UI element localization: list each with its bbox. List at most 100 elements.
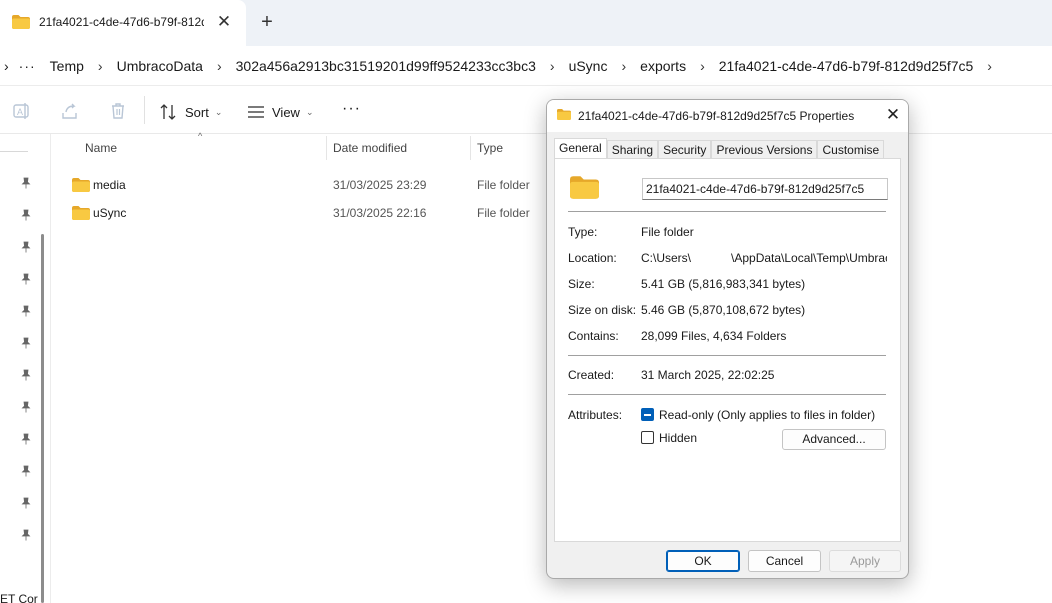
- more-options-button[interactable]: ···: [342, 100, 361, 118]
- share-icon[interactable]: [60, 101, 80, 121]
- tab-bar: 21fa4021-c4de-47d6-b79f-812d9d25f7c5 ✕ +: [0, 0, 1052, 46]
- toolbar-divider: [144, 96, 145, 124]
- address-bar[interactable]: › ··· Temp › UmbracoData › 302a456a2913b…: [0, 46, 1052, 86]
- view-button[interactable]: View ⌄: [247, 101, 314, 123]
- sort-ascending-icon: ^: [198, 131, 203, 141]
- pin-icon[interactable]: [20, 529, 32, 541]
- divider: [568, 355, 886, 356]
- value-size-on-disk: 5.46 GB (5,870,108,672 bytes): [641, 303, 806, 317]
- chevron-right-icon[interactable]: ›: [987, 58, 992, 74]
- label-location: Location:: [568, 251, 617, 265]
- folder-icon: [12, 15, 30, 29]
- column-divider[interactable]: [470, 136, 471, 160]
- file-row-usync[interactable]: uSync 31/03/2025 22:16 File folder: [51, 199, 551, 227]
- breadcrumb-item-temp[interactable]: Temp: [50, 58, 84, 74]
- svg-text:A: A: [17, 107, 23, 117]
- value-contains: 28,099 Files, 4,634 Folders: [641, 329, 787, 343]
- pin-icon[interactable]: [20, 241, 32, 253]
- rename-icon[interactable]: A: [12, 101, 32, 121]
- delete-icon[interactable]: [108, 101, 128, 121]
- value-created: 31 March 2025, 22:02:25: [641, 368, 775, 382]
- value-size: 5.41 GB (5,816,983,341 bytes): [641, 277, 806, 291]
- column-header-type[interactable]: Type: [477, 134, 503, 162]
- breadcrumb-overflow-button[interactable]: ···: [19, 58, 36, 74]
- dialog-tabs: General Sharing Security Previous Versio…: [554, 138, 885, 160]
- chevron-right-icon[interactable]: ›: [4, 58, 9, 74]
- readonly-label[interactable]: Read-only (Only applies to files in fold…: [659, 408, 875, 422]
- hidden-checkbox[interactable]: [641, 431, 654, 444]
- file-row-media[interactable]: media 31/03/2025 23:29 File folder: [51, 171, 551, 199]
- chevron-right-icon[interactable]: ›: [217, 58, 222, 74]
- column-header-name[interactable]: Name: [85, 134, 117, 162]
- nav-divider: [0, 151, 28, 152]
- breadcrumb-item-usync[interactable]: uSync: [569, 58, 608, 74]
- pin-icon[interactable]: [20, 209, 32, 221]
- pin-icon[interactable]: [20, 369, 32, 381]
- divider: [568, 394, 886, 395]
- ok-button[interactable]: OK: [666, 550, 740, 572]
- label-created: Created:: [568, 368, 615, 382]
- navigation-pane: ET Cor: [0, 134, 51, 603]
- dialog-title: 21fa4021-c4de-47d6-b79f-812d9d25f7c5 Pro…: [578, 109, 855, 123]
- chevron-right-icon[interactable]: ›: [621, 58, 626, 74]
- breadcrumb-item-current[interactable]: 21fa4021-c4de-47d6-b79f-812d9d25f7c5: [719, 58, 974, 74]
- folder-icon: [72, 206, 90, 220]
- cancel-button[interactable]: Cancel: [748, 550, 821, 572]
- dialog-titlebar[interactable]: 21fa4021-c4de-47d6-b79f-812d9d25f7c5 Pro…: [547, 100, 908, 132]
- new-tab-icon[interactable]: +: [256, 11, 278, 33]
- tab-sharing[interactable]: Sharing: [606, 140, 659, 160]
- hidden-label[interactable]: Hidden: [659, 431, 697, 445]
- value-type: File folder: [641, 225, 694, 239]
- breadcrumb-item-hash[interactable]: 302a456a2913bc31519201d99ff9524233cc3bc3: [236, 58, 536, 74]
- nav-scrollbar[interactable]: [41, 234, 44, 603]
- pin-icon[interactable]: [20, 497, 32, 509]
- file-type: File folder: [477, 178, 530, 192]
- view-label: View: [272, 104, 300, 120]
- pin-icon[interactable]: [20, 465, 32, 477]
- chevron-right-icon[interactable]: ›: [550, 58, 555, 74]
- sort-button[interactable]: Sort ⌄: [160, 101, 222, 123]
- chevron-right-icon[interactable]: ›: [98, 58, 103, 74]
- label-size: Size:: [568, 277, 595, 291]
- tab-current-folder[interactable]: 21fa4021-c4de-47d6-b79f-812d9d25f7c5 ✕: [0, 0, 246, 46]
- apply-button[interactable]: Apply: [829, 550, 901, 572]
- chevron-down-icon: ⌄: [214, 106, 223, 117]
- tab-general[interactable]: General: [554, 138, 607, 160]
- file-name: uSync: [93, 206, 127, 220]
- tab-customise[interactable]: Customise: [817, 140, 885, 160]
- close-icon[interactable]: ✕: [883, 105, 903, 125]
- advanced-button[interactable]: Advanced...: [782, 429, 886, 450]
- tab-close-icon[interactable]: ✕: [214, 11, 234, 33]
- chevron-right-icon[interactable]: ›: [700, 58, 705, 74]
- column-divider[interactable]: [326, 136, 327, 160]
- breadcrumb: › ··· Temp › UmbracoData › 302a456a2913b…: [4, 55, 1006, 77]
- label-attributes: Attributes:: [568, 408, 623, 422]
- pin-icon[interactable]: [20, 273, 32, 285]
- file-date: 31/03/2025 22:16: [333, 206, 427, 220]
- divider: [568, 211, 886, 212]
- pin-icon[interactable]: [20, 305, 32, 317]
- breadcrumb-item-exports[interactable]: exports: [640, 58, 686, 74]
- pin-icon[interactable]: [20, 401, 32, 413]
- readonly-checkbox[interactable]: [641, 408, 654, 421]
- folder-icon: [557, 109, 571, 120]
- label-type: Type:: [568, 225, 598, 239]
- label-size-on-disk: Size on disk:: [568, 303, 637, 317]
- general-panel: 21fa4021-c4de-47d6-b79f-812d9d25f7c5 Typ…: [554, 158, 901, 542]
- sort-label: Sort: [185, 104, 209, 120]
- nav-item-label[interactable]: ET Cor: [0, 592, 38, 603]
- tab-title: 21fa4021-c4de-47d6-b79f-812d9d25f7c5: [39, 15, 204, 29]
- tab-previous-versions[interactable]: Previous Versions: [711, 140, 818, 160]
- pin-icon[interactable]: [20, 177, 32, 189]
- view-icon: [248, 106, 264, 118]
- pin-icon[interactable]: [20, 433, 32, 445]
- tab-security[interactable]: Security: [658, 140, 712, 160]
- location-suffix: \AppData\Local\Temp\UmbracoData: [731, 251, 887, 265]
- folder-name-field[interactable]: 21fa4021-c4de-47d6-b79f-812d9d25f7c5: [642, 178, 888, 200]
- file-date: 31/03/2025 23:29: [333, 178, 427, 192]
- column-header-date-modified[interactable]: Date modified: [333, 134, 407, 162]
- pin-icon[interactable]: [20, 337, 32, 349]
- breadcrumb-item-umbracodata[interactable]: UmbracoData: [117, 58, 203, 74]
- value-location: C:\Users\ \AppData\Local\Temp\UmbracoData: [641, 251, 887, 266]
- file-type: File folder: [477, 206, 530, 220]
